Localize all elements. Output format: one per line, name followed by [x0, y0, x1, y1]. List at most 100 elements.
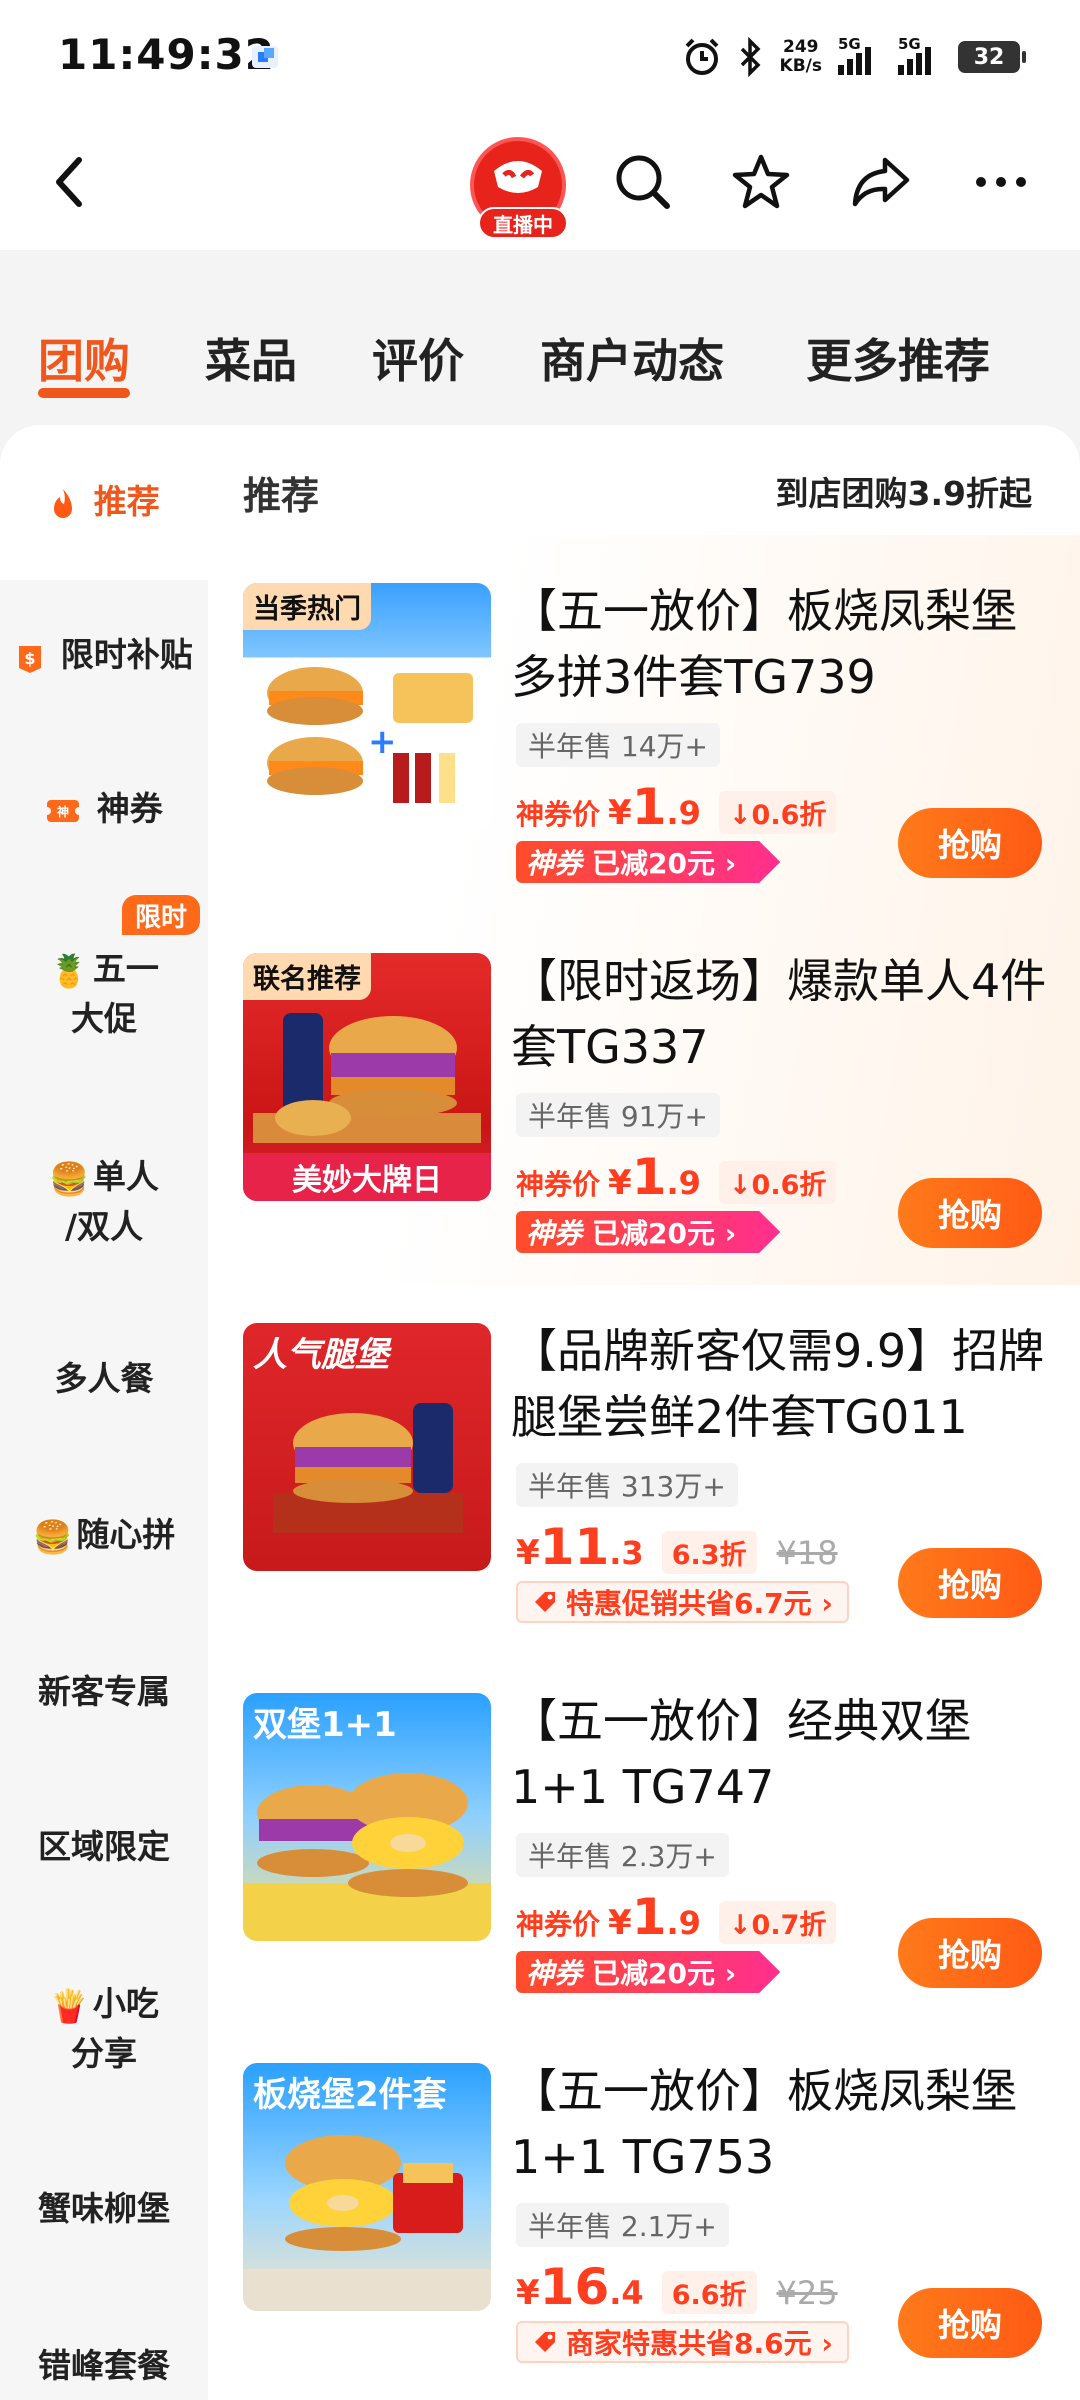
tab-underline [38, 388, 130, 398]
bluetooth-icon [740, 37, 761, 77]
tab-bar: 团购 菜品 评价 商户动态 更多推荐 [0, 250, 1080, 425]
signal-icon-1: 5G [838, 35, 882, 75]
deal-card[interactable]: + 当季热门 【五一放价】板烧凤梨堡多拼3件套TG739 半年售 14万+ 神券… [208, 583, 1080, 923]
sidebar-item-recommend[interactable]: 推荐 [0, 478, 208, 526]
subsidy-icon: $ [19, 645, 42, 673]
deal-title: 【品牌新客仅需9.9】招牌腿堡尝鲜2件套TG011 [511, 1324, 1045, 1444]
deal-image: 板烧堡2件套 [243, 2063, 491, 2311]
category-sidebar: 推荐 $ 限时补贴 神 神券 限时 🍍 五一 大促 🍔 单人 /双人 多人餐 🍔 随心… [0, 425, 208, 2400]
back-icon[interactable] [32, 145, 106, 219]
favorite-star-icon[interactable] [724, 145, 798, 219]
coupon-strip[interactable]: 神券 已减20元 › [516, 1211, 781, 1253]
discount-rate: ↓0.7折 [718, 1901, 837, 1944]
deal-tag: 双堡1+1 [253, 1705, 397, 1745]
share-icon[interactable] [844, 145, 918, 219]
deal-image: 联名推荐 美妙大牌日 [243, 953, 491, 1201]
deal-card[interactable]: 板烧堡2件套 【五一放价】板烧凤梨堡1+1 TG753 半年售 2.1万+ ¥1… [208, 2063, 1080, 2400]
buy-button[interactable]: 抢购 [898, 1548, 1042, 1618]
tab-more-recommend[interactable]: 更多推荐 [806, 325, 990, 391]
tag-icon [535, 1592, 555, 1612]
sidebar-item-coupon[interactable]: 神 神券 [0, 785, 208, 833]
deal-card[interactable]: 双堡1+1 【五一放价】经典双堡1+1 TG747 半年售 2.3万+ 神券价 … [208, 1693, 1080, 2033]
discount-rate: 6.6折 [661, 2271, 757, 2314]
original-price: ¥18 [776, 1534, 838, 1572]
deal-title: 【五一放价】板烧凤梨堡多拼3件套TG739 [511, 584, 1017, 704]
original-price: ¥25 [776, 2274, 838, 2312]
tag-icon [535, 2332, 555, 2352]
sidebar-item-crab-burger[interactable]: 蟹味柳堡 [0, 2185, 208, 2233]
alarm-icon [685, 38, 718, 75]
sold-count: 半年售 2.1万+ [516, 2203, 729, 2247]
deal-price: ¥11.3 [516, 1518, 644, 1576]
deal-price: ¥1.9 [608, 778, 701, 836]
sidebar-item-free-mix[interactable]: 🍔 随心拼 [0, 1511, 208, 1561]
deal-price: ¥16.4 [516, 2258, 644, 2316]
svg-text:神: 神 [57, 804, 69, 819]
sidebar-item-group-meal[interactable]: 多人餐 [0, 1355, 208, 1403]
sidebar-item-snack-share[interactable]: 🍟 小吃 分享 [0, 1980, 208, 2078]
burger-icon: 🍔 [49, 1159, 89, 1198]
deal-image: 双堡1+1 [243, 1693, 491, 1941]
buy-button[interactable]: 抢购 [898, 1918, 1042, 1988]
net-speed: 249 KB/s [779, 37, 822, 76]
discount-rate: ↓0.6折 [718, 1161, 837, 1204]
sidebar-item-subsidy[interactable]: $ 限时补贴 [0, 631, 208, 679]
signal-icon-2: 5G [898, 35, 942, 75]
tab-merchant-news[interactable]: 商户动态 [540, 325, 724, 391]
burger-icon: 🍔 [32, 1517, 73, 1556]
section-heading: 推荐 [243, 474, 320, 518]
promo-strip[interactable]: 商家特惠共省8.6元 › [516, 2321, 849, 2363]
sidebar-item-regional[interactable]: 区域限定 [0, 1823, 208, 1871]
sidebar-item-new-customer[interactable]: 新客专属 [0, 1668, 208, 1716]
price-row: 神券价 ¥1.9 ↓0.6折 [516, 778, 837, 836]
fries-icon: 🍟 [49, 1986, 89, 2025]
deal-card[interactable]: 人气腿堡 【品牌新客仅需9.9】招牌腿堡尝鲜2件套TG011 半年售 313万+… [208, 1323, 1080, 1663]
sold-count: 半年售 14万+ [516, 723, 720, 767]
section-heading-promo: 到店团购3.9折起 [775, 474, 1032, 513]
coupon-icon: 神 [45, 799, 82, 822]
svg-text:$: $ [25, 649, 36, 668]
deal-card[interactable]: 联名推荐 美妙大牌日 【限时返场】爆款单人4件套TG337 半年售 91万+ 神… [208, 953, 1080, 1293]
buy-button[interactable]: 抢购 [898, 2288, 1042, 2358]
sold-count: 半年售 91万+ [516, 1093, 720, 1137]
pineapple-icon: 🍍 [49, 951, 89, 990]
deal-price: ¥1.9 [608, 1888, 701, 1946]
deal-image: 人气腿堡 [243, 1323, 491, 1571]
price-row: ¥16.4 6.6折 ¥25 [516, 2258, 838, 2316]
discount-rate: ↓0.6折 [718, 791, 837, 834]
search-icon[interactable] [606, 145, 680, 219]
status-time: 11:49:32 [58, 30, 275, 79]
buy-button[interactable]: 抢购 [898, 808, 1042, 878]
deal-price: ¥1.9 [608, 1148, 701, 1206]
nav-bar: 直播中 [0, 115, 1080, 250]
deal-tag: 当季热门 [243, 583, 371, 630]
tab-group-buy[interactable]: 团购 [38, 325, 130, 391]
buy-button[interactable]: 抢购 [898, 1178, 1042, 1248]
deal-title: 【五一放价】板烧凤梨堡1+1 TG753 [511, 2064, 1017, 2184]
coupon-strip[interactable]: 神券 已减20元 › [516, 841, 781, 883]
sold-count: 半年售 313万+ [516, 1463, 738, 1507]
promo-strip[interactable]: 特惠促销共省6.7元 › [516, 1581, 849, 1623]
deal-tag: 联名推荐 [243, 953, 371, 1000]
coupon-strip[interactable]: 神券 已减20元 › [516, 1951, 781, 1993]
deal-banner: 美妙大牌日 [243, 1153, 491, 1201]
deal-tag: 板烧堡2件套 [253, 2075, 447, 2115]
sold-count: 半年售 2.3万+ [516, 1833, 729, 1877]
app-notification-icon [252, 46, 278, 68]
live-store-avatar[interactable]: 直播中 [468, 137, 568, 239]
deal-image: + 当季热门 [243, 583, 491, 831]
more-icon[interactable] [964, 145, 1038, 219]
price-row: ¥11.3 6.3折 ¥18 [516, 1518, 838, 1576]
fire-icon [54, 488, 73, 518]
tab-dishes[interactable]: 菜品 [205, 325, 297, 391]
svg-text:+: + [368, 722, 397, 762]
sidebar-item-mayday[interactable]: 🍍 五一 大促 [0, 945, 208, 1043]
price-row: 神券价 ¥1.9 ↓0.7折 [516, 1888, 837, 1946]
tab-reviews[interactable]: 评价 [372, 325, 464, 391]
sidebar-item-offpeak[interactable]: 错峰套餐 [0, 2342, 208, 2390]
content-panel: 推荐 $ 限时补贴 神 神券 限时 🍍 五一 大促 🍔 单人 /双人 多人餐 🍔 随心… [0, 425, 1080, 2400]
live-badge: 直播中 [478, 207, 568, 239]
sidebar-item-single-double[interactable]: 🍔 单人 /双人 [0, 1153, 208, 1251]
status-bar: 11:49:32 249 KB/s 5G 5G 32 [0, 0, 1080, 115]
discount-rate: 6.3折 [661, 1531, 757, 1574]
